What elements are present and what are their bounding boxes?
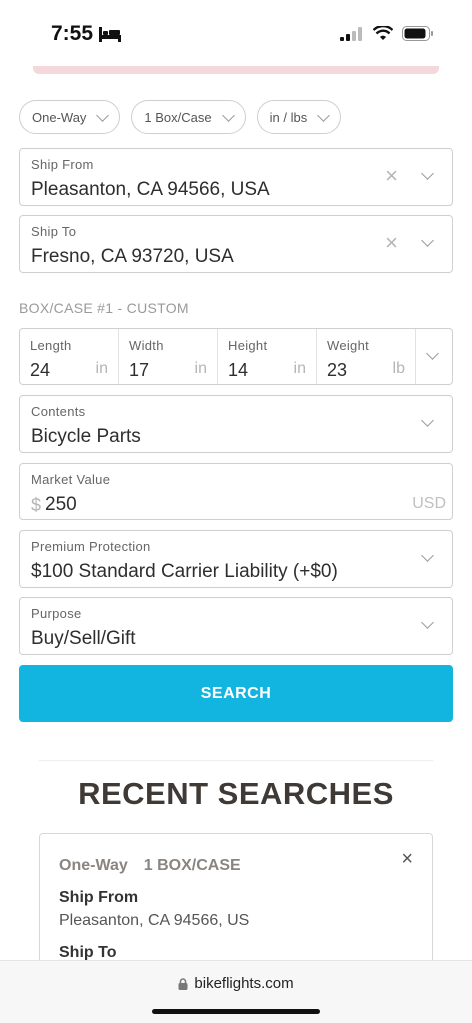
trip-type-select[interactable]: One-Way (19, 100, 121, 134)
height-field[interactable]: Height 14 in (218, 329, 317, 384)
section-divider (39, 760, 433, 761)
purpose-select[interactable]: Purpose Buy/Sell/Gift (19, 597, 453, 655)
chevron-down-icon (421, 549, 434, 562)
url-text: bikeflights.com (194, 975, 294, 992)
box-count-select[interactable]: 1 Box/Case (131, 100, 246, 134)
ship-from-label: Ship From (31, 157, 94, 172)
length-unit: in (95, 360, 108, 377)
chevron-down-icon (421, 616, 434, 629)
ship-to-label: Ship To (31, 224, 77, 239)
lock-icon (178, 977, 188, 990)
recent-card-header: One-Way 1 BOX/CASE (59, 857, 241, 875)
chevron-down-icon (221, 108, 235, 122)
length-field[interactable]: Length 24 in (20, 329, 119, 384)
ship-to-field[interactable]: Ship To Fresno, CA 93720, USA × (19, 215, 453, 273)
width-field[interactable]: Width 17 in (119, 329, 218, 384)
recent-box-count: 1 BOX/CASE (143, 857, 241, 874)
chevron-down-icon (317, 108, 331, 122)
search-button[interactable]: SEARCH (19, 665, 453, 722)
recent-searches-title: RECENT SEARCHES (78, 776, 394, 811)
chevron-down-icon[interactable] (421, 234, 434, 247)
ship-to-value: Fresno, CA 93720, USA (31, 246, 234, 267)
market-value-label: Market Value (31, 472, 111, 487)
wifi-icon (373, 26, 393, 40)
weight-unit: lb (392, 360, 405, 377)
dollar-sign: $ (31, 495, 42, 515)
recent-trip-type: One-Way (59, 857, 128, 874)
length-label: Length (30, 338, 72, 353)
contents-value: Bicycle Parts (31, 426, 141, 447)
ship-from-field[interactable]: Ship From Pleasanton, CA 94566, USA × (19, 148, 453, 206)
option-pills: One-Way 1 Box/Case in / lbs (19, 100, 342, 134)
currency-code: USD (412, 495, 446, 512)
close-icon[interactable]: × (401, 848, 413, 871)
chevron-down-icon (96, 108, 110, 122)
recent-ship-from-value: Pleasanton, CA 94566, US (59, 912, 250, 929)
protection-label: Premium Protection (31, 539, 151, 554)
protection-select[interactable]: Premium Protection $100 Standard Carrier… (19, 530, 453, 588)
width-value: 17 (129, 360, 150, 380)
height-label: Height (228, 338, 268, 353)
width-unit: in (194, 360, 207, 377)
status-time: 7:55 (51, 22, 122, 46)
box-section-label: BOX/CASE #1 - CUSTOM (19, 300, 189, 316)
height-unit: in (293, 360, 306, 377)
units-select[interactable]: in / lbs (256, 100, 342, 134)
width-label: Width (129, 338, 164, 353)
clear-ship-from-icon[interactable]: × (385, 165, 398, 187)
alert-bar-edge (33, 66, 439, 74)
protection-value: $100 Standard Carrier Liability (+$0) (31, 561, 338, 582)
purpose-label: Purpose (31, 606, 82, 621)
url-field[interactable]: bikeflights.com (0, 975, 472, 992)
clock-text: 7:55 (51, 22, 94, 45)
clear-ship-to-icon[interactable]: × (385, 232, 398, 254)
weight-field[interactable]: Weight 23 lb (317, 329, 416, 384)
height-value: 14 (228, 360, 249, 380)
dimensions-group: Length 24 in Width 17 in Height 14 in We… (19, 328, 453, 385)
market-value-input[interactable]: 250 (45, 494, 77, 516)
chevron-down-icon[interactable] (421, 167, 434, 180)
contents-select[interactable]: Contents Bicycle Parts (19, 395, 453, 453)
chevron-down-icon (426, 347, 439, 360)
recent-search-card[interactable]: One-Way 1 BOX/CASE × Ship From Pleasanto… (39, 833, 433, 973)
box-count-value: 1 Box/Case (144, 109, 212, 125)
bed-icon (99, 26, 122, 42)
cellular-signal-icon (340, 26, 362, 41)
contents-label: Contents (31, 404, 86, 419)
status-bar: 7:55 (0, 0, 472, 70)
market-value-field[interactable]: Market Value $ 250 USD (19, 463, 453, 520)
length-value: 24 (30, 360, 51, 380)
recent-ship-from-label: Ship From (59, 889, 139, 906)
units-value: in / lbs (269, 109, 308, 125)
battery-icon (402, 26, 433, 41)
trip-type-value: One-Way (32, 109, 87, 125)
status-icons (340, 26, 434, 41)
ship-from-value: Pleasanton, CA 94566, USA (31, 179, 270, 200)
weight-label: Weight (327, 338, 370, 353)
box-preset-dropdown[interactable] (416, 329, 452, 384)
browser-address-bar: bikeflights.com (0, 960, 472, 1023)
weight-value: 23 (327, 360, 348, 380)
home-indicator[interactable] (152, 1009, 320, 1014)
purpose-value: Buy/Sell/Gift (31, 628, 136, 649)
chevron-down-icon (421, 414, 434, 427)
